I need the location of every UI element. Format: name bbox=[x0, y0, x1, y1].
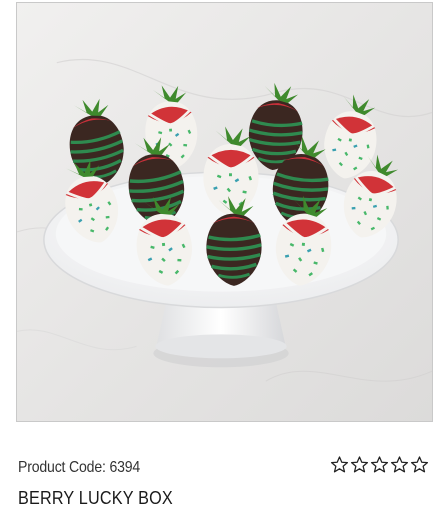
star-outline-icon[interactable] bbox=[330, 455, 349, 474]
product-image[interactable] bbox=[16, 2, 433, 422]
star-rating[interactable] bbox=[330, 455, 429, 474]
star-outline-icon[interactable] bbox=[370, 455, 389, 474]
product-title[interactable]: BERRY LUCKY BOX bbox=[18, 488, 173, 509]
star-outline-icon[interactable] bbox=[350, 455, 369, 474]
star-outline-icon[interactable] bbox=[390, 455, 409, 474]
product-card: Product Code: 6394 BERRY LUCKY BOX bbox=[0, 0, 443, 512]
product-code: Product Code: 6394 bbox=[18, 459, 141, 476]
star-outline-icon[interactable] bbox=[410, 455, 429, 474]
product-photo-icon bbox=[17, 3, 432, 421]
